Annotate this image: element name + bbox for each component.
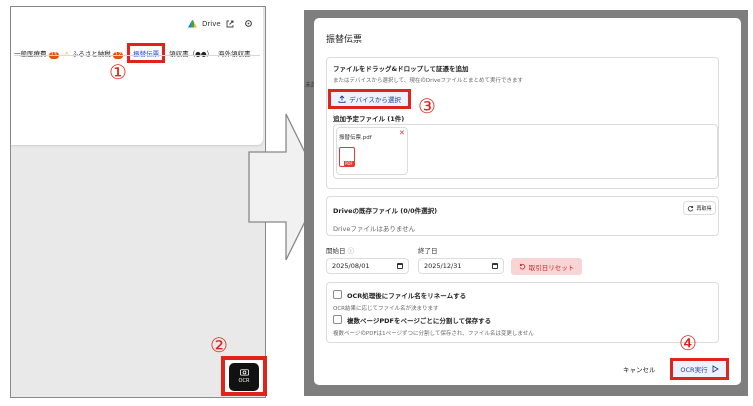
step-marker-4: ④: [679, 331, 697, 355]
select-from-device-button[interactable]: デバイスから選択: [328, 89, 411, 109]
tab-medical[interactable]: 一般医療費23: [14, 48, 59, 59]
file-name: 振替伝票.pdf: [339, 135, 372, 141]
rename-checkbox[interactable]: [333, 290, 342, 299]
end-date-input[interactable]: 2025/12/31: [418, 258, 504, 274]
warning-icon: ⚠: [63, 49, 70, 58]
info-icon: ⓘ: [347, 247, 355, 255]
ocr-fab-label: OCR: [238, 378, 250, 384]
drive-header: Drive: [188, 19, 253, 28]
rename-option-label[interactable]: OCR処理後にファイル名をリネームする: [347, 290, 466, 300]
drive-empty-text: Driveファイルはありません: [333, 225, 416, 233]
pdf-tag: PDF: [344, 161, 354, 166]
drive-label[interactable]: Drive: [202, 20, 221, 28]
step-marker-2: ②: [210, 333, 228, 357]
drive-files-heading: Driveの既存ファイル (0/0件選択): [333, 207, 438, 215]
upload-heading: ファイルをドラッグ&ドロップして証憑を追加: [333, 65, 469, 73]
tab-transfer-slip[interactable]: 振替伝票: [127, 43, 166, 63]
play-icon: [712, 365, 719, 373]
google-drive-icon: [188, 19, 197, 28]
refresh-icon: [688, 205, 694, 211]
calendar-icon[interactable]: [397, 263, 403, 269]
split-option-label[interactable]: 複数ページPDFをページごとに分割して保存する: [347, 315, 491, 325]
tab-furusato[interactable]: ⚠ ふるさと納税12: [63, 48, 124, 59]
refresh-button[interactable]: 再取得: [683, 201, 716, 215]
ocr-fab-inner: OCR: [229, 363, 259, 391]
tab-divider: [14, 55, 260, 56]
remove-file-icon[interactable]: ✕: [399, 129, 405, 137]
upload-icon: [338, 95, 346, 103]
ocr-fab-button[interactable]: OCR: [221, 356, 267, 396]
start-date-input[interactable]: 2025/08/01: [326, 258, 409, 274]
rename-option-desc: OCR結果に応じてファイル名が決まります: [333, 306, 439, 312]
dialog-title: 振替伝票: [326, 35, 363, 45]
ocr-run-button[interactable]: OCR実行: [670, 358, 729, 380]
gear-icon[interactable]: [244, 19, 253, 28]
step-marker-1: ①: [109, 60, 127, 84]
split-pages-checkbox[interactable]: [333, 315, 342, 324]
start-date-label: 開始日 ⓘ: [326, 247, 355, 255]
reset-dates-button[interactable]: 取引日リセット: [511, 258, 582, 275]
tab-foreign-receipt[interactable]: 海外領収書: [218, 48, 251, 58]
external-link-icon[interactable]: [226, 20, 234, 28]
pending-files-heading: 追加予定ファイル (1件): [333, 115, 405, 123]
end-date-label: 終了日: [418, 247, 438, 255]
tab-receipt[interactable]: 領収書（●●）: [169, 48, 213, 58]
calendar-icon[interactable]: [492, 263, 498, 269]
split-option-desc: 複数ページのPDFは1ページずつに分割して保存され、ファイル名は変更しません: [333, 331, 534, 337]
camera-icon: [239, 369, 249, 376]
tab-bar: 一般医療費23 ⚠ ふるさと納税12 振替伝票 領収書（●●） 海外領収書: [14, 43, 251, 63]
upload-hint: またはデバイスから選択して、現在のDriveファイルとまとめて実行できます: [333, 78, 524, 84]
cancel-button[interactable]: キャンセル: [623, 364, 656, 374]
step-marker-3: ③: [418, 94, 436, 118]
undo-icon: [519, 263, 525, 270]
